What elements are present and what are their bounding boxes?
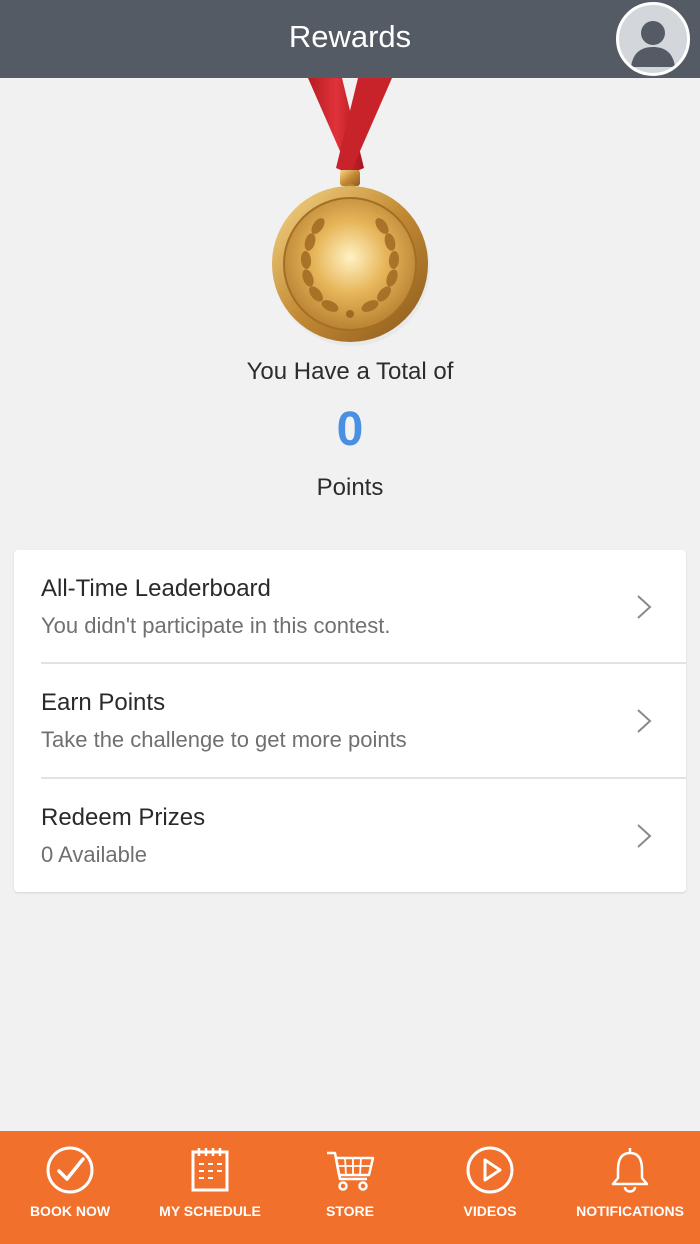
tab-book-now-label: BOOK NOW [29, 1203, 111, 1219]
total-points-label: You Have a Total of [246, 358, 454, 385]
chevron-right-icon [637, 824, 652, 848]
calendar-icon [191, 1148, 229, 1192]
bell-icon [611, 1148, 649, 1193]
top-app-bar: Rewards [0, 0, 700, 78]
leaderboard-subtitle: You didn't participate in this contest. [41, 613, 391, 638]
chevron-right-icon [637, 709, 652, 733]
leaderboard-row[interactable]: All-Time Leaderboard You didn't particip… [14, 550, 686, 663]
tab-store-label: STORE [326, 1203, 374, 1219]
gold-medal-icon [260, 78, 440, 350]
tab-notifications-label: NOTIFICATIONS [576, 1203, 684, 1219]
cart-icon [327, 1151, 375, 1191]
rewards-menu-card: All-Time Leaderboard You didn't particip… [14, 550, 686, 892]
page-title: Rewards [288, 19, 412, 54]
tab-notifications[interactable]: NOTIFICATIONS [560, 1131, 700, 1244]
tab-my-schedule-label: MY SCHEDULE [159, 1203, 261, 1219]
tab-videos[interactable]: VIDEOS [420, 1131, 560, 1244]
redeem-prizes-title: Redeem Prizes [41, 804, 206, 831]
tab-videos-label: VIDEOS [463, 1203, 517, 1219]
tab-store[interactable]: STORE [280, 1131, 420, 1244]
bottom-tab-bar: BOOK NOW MY SCHEDULE STORE VIDEOS NOTIFI… [0, 1131, 700, 1244]
earn-points-title: Earn Points [41, 689, 166, 716]
tab-my-schedule[interactable]: MY SCHEDULE [140, 1131, 280, 1244]
chevron-right-icon [637, 595, 652, 619]
tab-book-now[interactable]: BOOK NOW [0, 1131, 140, 1244]
points-unit-label: Points [316, 474, 384, 501]
redeem-prizes-row[interactable]: Redeem Prizes 0 Available [14, 779, 686, 892]
play-circle-icon [466, 1146, 514, 1194]
points-value: 0 [336, 403, 364, 456]
leaderboard-title: All-Time Leaderboard [41, 575, 271, 602]
redeem-prizes-subtitle: 0 Available [41, 842, 148, 867]
check-circle-icon [46, 1146, 94, 1194]
user-avatar-icon[interactable] [616, 2, 690, 76]
earn-points-subtitle: Take the challenge to get more points [41, 727, 407, 752]
earn-points-row[interactable]: Earn Points Take the challenge to get mo… [14, 664, 686, 778]
